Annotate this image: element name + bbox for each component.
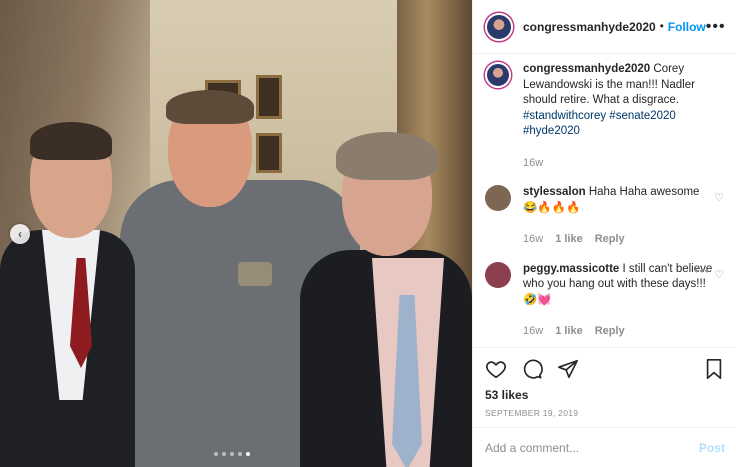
commenter-avatar-icon[interactable] <box>485 261 511 288</box>
caption-avatar-icon[interactable] <box>485 62 511 88</box>
person-right-hair <box>336 132 438 180</box>
caption-hashtags[interactable]: #standwithcorey #senate2020 #hyde2020 <box>523 109 713 140</box>
follow-button[interactable]: Follow <box>668 20 706 34</box>
comment-time[interactable]: 16w <box>523 232 543 248</box>
share-icon[interactable] <box>557 358 579 380</box>
person-middle-hair <box>166 90 254 124</box>
post-side-panel: congressmanhyde2020 • Follow ••• congres… <box>472 0 736 467</box>
wall-frame <box>256 75 282 119</box>
carousel-prev-button[interactable]: ‹ <box>10 224 30 244</box>
comment-meta: 16w 1 like Reply <box>523 232 713 248</box>
comment-like-heart-icon[interactable]: ♡ <box>714 191 724 204</box>
carousel-dot <box>222 452 226 456</box>
post-date[interactable]: SEPTEMBER 19, 2019 <box>485 408 724 418</box>
add-comment-bar: Add a comment... Post <box>473 427 736 467</box>
comment-likes[interactable]: 1 like <box>555 324 583 340</box>
comment-body: peggy.massicotte I still can't believe w… <box>523 262 713 346</box>
comment-options-icon[interactable]: ••• <box>694 264 710 278</box>
caption-username[interactable]: congressmanhyde2020 <box>523 63 650 75</box>
comments-list[interactable]: congressmanhyde2020 Corey Lewandowski is… <box>473 54 736 347</box>
comment-likes[interactable]: 1 like <box>555 232 583 248</box>
person-left-hair <box>30 122 112 160</box>
comment-username[interactable]: stylessalon <box>523 186 586 198</box>
caption-time[interactable]: 16w <box>523 156 543 172</box>
carousel-dot <box>214 452 218 456</box>
header-username[interactable]: congressmanhyde2020 <box>523 20 656 34</box>
comment-like-heart-icon[interactable]: ♡ <box>714 268 724 281</box>
likes-count[interactable]: 53 likes <box>485 388 724 402</box>
post-header: congressmanhyde2020 • Follow ••• <box>473 0 736 54</box>
caption-body: congressmanhyde2020 Corey Lewandowski is… <box>523 62 713 177</box>
carousel-dot-active <box>246 452 250 456</box>
profile-avatar-icon[interactable] <box>485 12 513 41</box>
comment-time[interactable]: 16w <box>523 324 543 340</box>
action-icons-row <box>485 356 724 382</box>
heart-icon[interactable] <box>485 358 507 380</box>
comment-reply-button[interactable]: Reply <box>595 324 625 340</box>
caption: congressmanhyde2020 Corey Lewandowski is… <box>485 62 724 177</box>
comment-item: stylessalon Haha Haha awesome 😂🔥🔥🔥 16w 1… <box>485 185 724 254</box>
more-options-icon[interactable]: ••• <box>706 18 726 36</box>
chevron-left-icon: ‹ <box>18 227 22 241</box>
carousel-dots <box>214 452 250 456</box>
post-photo[interactable]: ‹ <box>0 0 472 467</box>
comment-reply-button[interactable]: Reply <box>595 232 625 248</box>
comment-username[interactable]: peggy.massicotte <box>523 263 619 275</box>
carousel-dot <box>238 452 242 456</box>
comment-input[interactable]: Add a comment... <box>485 441 699 455</box>
bookmark-icon[interactable] <box>704 358 724 380</box>
commenter-avatar-icon[interactable] <box>485 185 511 211</box>
post-container: ‹ congressmanhyde2020 • Follow ••• congr… <box>0 0 736 467</box>
post-comment-button[interactable]: Post <box>699 441 725 455</box>
carousel-dot <box>230 452 234 456</box>
comment-meta: 16w 1 like Reply <box>523 324 713 340</box>
header-separator: • <box>659 20 664 33</box>
caption-meta: 16w <box>523 156 713 172</box>
wall-frame <box>256 133 282 173</box>
comment-body: stylessalon Haha Haha awesome 😂🔥🔥🔥 16w 1… <box>523 185 713 254</box>
shirt-logo <box>238 262 272 286</box>
comment-icon[interactable] <box>521 358 543 380</box>
comment-item: peggy.massicotte I still can't believe w… <box>485 261 724 346</box>
